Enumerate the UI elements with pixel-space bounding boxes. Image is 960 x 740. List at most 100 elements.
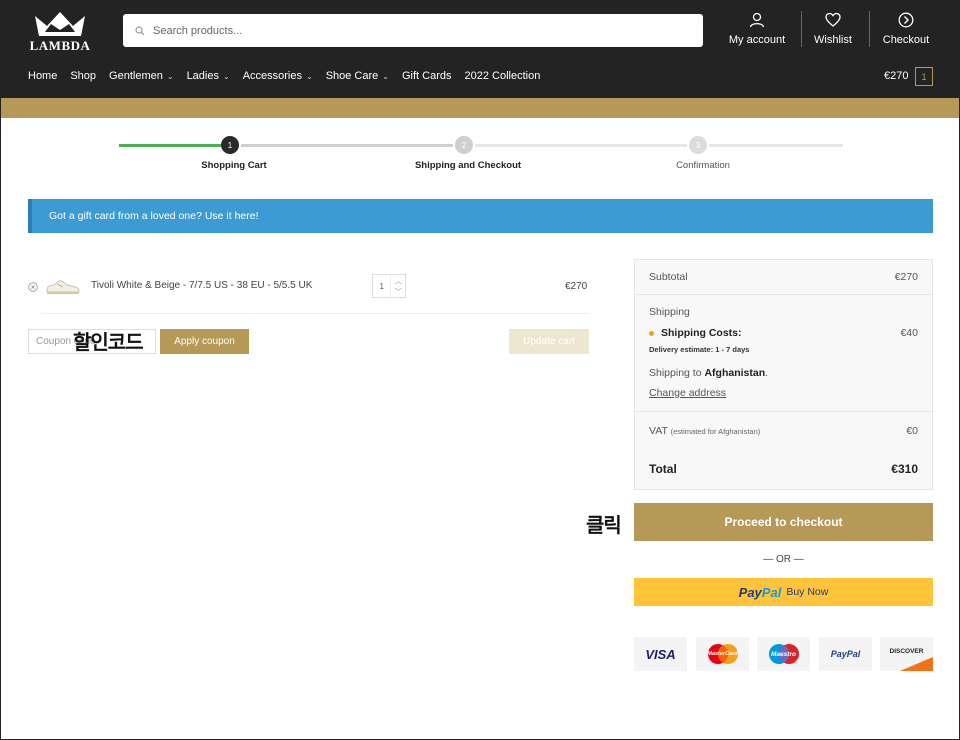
step-2-label: Shipping and Checkout xyxy=(414,160,522,171)
nav-item-2022-collection[interactable]: 2022 Collection xyxy=(465,70,541,82)
nav-item-home[interactable]: Home xyxy=(28,70,57,82)
crown-icon xyxy=(35,12,85,36)
site-header: LAMBDA My account Wishlist Checkout Home… xyxy=(1,1,959,98)
step-1-label: Shopping Cart xyxy=(201,160,267,171)
line-item-price: €270 xyxy=(565,281,588,292)
wishlist-label: Wishlist xyxy=(814,34,852,46)
paypal-logo: PayPal xyxy=(739,585,782,600)
nav-label: Accessories xyxy=(242,70,302,82)
quantity-stepper[interactable]: 1 ︿ ﹀ xyxy=(372,274,406,298)
gift-card-notice[interactable]: Got a gift card from a loved one? Use it… xyxy=(28,199,933,233)
chevron-down-icon: ⌄ xyxy=(305,71,313,81)
update-cart-button[interactable]: Update cart xyxy=(509,329,589,354)
user-icon xyxy=(749,12,765,28)
product-thumbnail[interactable] xyxy=(45,276,81,296)
gold-banner xyxy=(1,98,959,118)
heart-icon xyxy=(825,12,841,27)
my-account-label: My account xyxy=(728,34,786,46)
logo-text: LAMBDA xyxy=(29,38,91,53)
shipping-destination: Shipping to Afghanistan. xyxy=(649,367,918,379)
chevron-down-icon: ⌄ xyxy=(222,71,230,81)
visa-text: VISA xyxy=(645,646,676,662)
chevron-down-icon: ⌄ xyxy=(382,71,389,81)
step-3-dot: 3 xyxy=(689,136,707,154)
total-label: Total xyxy=(649,462,677,476)
radio-dot-icon[interactable] xyxy=(649,330,654,336)
chevron-up-icon[interactable]: ︿ xyxy=(395,276,402,286)
progress-track xyxy=(475,144,687,147)
checkout-link-label: Checkout xyxy=(882,34,930,46)
maestro-text: Maestro xyxy=(771,650,796,658)
notice-text: Got a gift card from a loved one? Use it… xyxy=(49,210,259,222)
logo[interactable]: LAMBDA xyxy=(29,10,91,53)
nav-item-ladies[interactable]: Ladies ⌄ xyxy=(187,70,230,82)
nav-label: Home xyxy=(28,70,58,82)
nav-item-accessories[interactable]: Accessories ⌄ xyxy=(243,70,313,82)
total-row: Total €310 xyxy=(649,462,918,476)
paypal-logo-pay: Pay xyxy=(738,584,762,600)
change-address-link[interactable]: Change address xyxy=(649,387,918,399)
visa-logo: VISA xyxy=(634,637,687,671)
totals-divider xyxy=(635,411,932,412)
paypal-card-text: PayPal xyxy=(830,649,861,659)
nav-label: 2022 Collection xyxy=(464,70,541,82)
shipping-costs-row[interactable]: Shipping Costs: €40 xyxy=(649,327,918,339)
nav-label: Shop xyxy=(70,70,97,82)
my-account-link[interactable]: My account xyxy=(725,12,789,50)
shipping-to-suffix: . xyxy=(765,367,769,379)
checkout-link[interactable]: Checkout xyxy=(877,12,935,50)
nav-item-gift-cards[interactable]: Gift Cards xyxy=(402,70,452,82)
step-2-dot: 2 xyxy=(455,136,473,154)
row-divider xyxy=(41,313,589,314)
vat-label: VAT xyxy=(649,425,668,437)
arrow-circle-icon xyxy=(898,12,914,28)
coupon-annotation: 할인코드 xyxy=(73,330,144,354)
proceed-to-checkout-button[interactable]: Proceed to checkout xyxy=(634,503,933,541)
progress-complete-bar xyxy=(119,144,221,147)
header-divider xyxy=(801,11,802,47)
total-value: €310 xyxy=(891,462,918,476)
quantity-arrows[interactable]: ︿ ﹀ xyxy=(391,275,405,297)
delivery-estimate: Delivery estimate: 1 - 7 days xyxy=(649,345,750,354)
subtotal-value: €270 xyxy=(894,271,918,283)
vat-value: €0 xyxy=(906,425,918,437)
nav-label: Gentlemen xyxy=(109,70,163,82)
main-nav: Home Shop Gentlemen ⌄ Ladies ⌄ Accessories… xyxy=(28,70,553,82)
product-name[interactable]: Tivoli White & Beige - 7/7.5 US - 38 EU … xyxy=(91,280,312,291)
shipping-heading: Shipping xyxy=(649,306,690,318)
search-input[interactable] xyxy=(153,24,693,37)
wishlist-link[interactable]: Wishlist xyxy=(809,12,857,50)
cart-totals: Subtotal €270 Shipping Shipping Costs: €… xyxy=(634,259,933,490)
shipping-country: Afghanistan xyxy=(704,367,766,379)
nav-item-shop[interactable]: Shop xyxy=(70,70,96,82)
nav-item-gentlemen[interactable]: Gentlemen ⌄ xyxy=(109,70,174,82)
nav-item-shoe-care[interactable]: Shoe Care ⌄ xyxy=(326,70,389,82)
cart-count-badge[interactable]: 1 xyxy=(915,67,933,86)
or-separator: — OR — xyxy=(763,554,804,565)
quantity-value[interactable]: 1 xyxy=(373,275,392,297)
vat-row: VAT (estimated for Afghanistan) €0 xyxy=(649,425,918,437)
shipping-costs-value: €40 xyxy=(900,327,918,339)
step-1-dot: 1 xyxy=(221,136,239,154)
paypal-card-logo: PayPal xyxy=(819,637,872,671)
mastercard-text: MasterCard xyxy=(707,651,738,657)
progress-track xyxy=(241,144,453,147)
header-cart-total[interactable]: €270 xyxy=(884,70,908,82)
subtotal-row: Subtotal €270 xyxy=(649,271,918,283)
subtotal-label: Subtotal xyxy=(649,271,688,283)
search-bar[interactable] xyxy=(123,14,703,47)
maestro-logo: Maestro xyxy=(757,637,810,671)
click-annotation: 클릭 xyxy=(586,513,622,537)
apply-coupon-button[interactable]: Apply coupon xyxy=(160,329,249,354)
mastercard-logo: MasterCard xyxy=(696,637,749,671)
header-divider xyxy=(869,11,870,47)
discover-logo: DISCOVER xyxy=(880,637,933,671)
totals-divider xyxy=(635,294,932,295)
remove-item-icon[interactable] xyxy=(28,282,38,292)
vat-note: (estimated for Afghanistan) xyxy=(670,427,761,436)
chevron-down-icon: ⌄ xyxy=(166,71,174,81)
chevron-down-icon[interactable]: ﹀ xyxy=(395,287,402,297)
paypal-logo-pal: Pal xyxy=(761,584,782,600)
paypal-buy-now-button[interactable]: PayPal Buy Now xyxy=(634,578,933,606)
progress-track xyxy=(709,144,843,147)
